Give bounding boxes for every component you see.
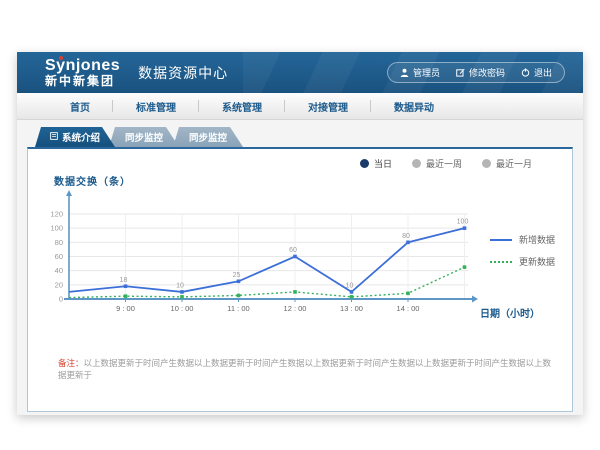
svg-text:10: 10 — [176, 282, 184, 289]
tab-label: 同步监控 — [189, 130, 227, 144]
radio-last-week[interactable]: 最近一周 — [412, 157, 462, 170]
logo-accent-dot — [59, 56, 63, 60]
radio-today[interactable]: 当日 — [360, 157, 392, 170]
dotted-line-swatch — [490, 261, 512, 263]
svg-text:0: 0 — [59, 295, 63, 304]
page-title: 数据资源中心 — [138, 63, 228, 83]
document-icon — [50, 132, 58, 143]
solid-line-swatch — [490, 239, 512, 241]
edit-icon — [456, 68, 465, 77]
legend-label: 更新数据 — [519, 255, 555, 268]
logout-label: 退出 — [534, 66, 552, 79]
footnote-text: 以上数据更新于时间产生数据以上数据更新于时间产生数据以上数据更新于时间产生数据以… — [58, 358, 551, 380]
change-password-button[interactable]: 修改密码 — [456, 66, 505, 79]
x-axis-title: 日期（小时） — [480, 305, 540, 320]
admin-user-label: 管理员 — [413, 66, 440, 79]
chart-legend: 新增数据 更新数据 — [490, 233, 555, 268]
footnote-label: 备注： — [58, 358, 84, 368]
nav-item-data-change[interactable]: 数据异动 — [371, 93, 457, 119]
app-window: Synjones 新中新集团 数据资源中心 管理员 修改密码 — [17, 52, 583, 415]
tab-system-intro[interactable]: 系统介绍 — [35, 127, 115, 147]
svg-text:20: 20 — [55, 280, 63, 289]
svg-text:9 : 00: 9 : 00 — [116, 304, 135, 313]
svg-text:13 : 00: 13 : 00 — [340, 304, 363, 313]
legend-label: 新增数据 — [519, 233, 555, 246]
content-area: 系统介绍 同步监控 同步监控 当日 最近一周 — [17, 120, 583, 415]
radio-dot — [412, 159, 421, 168]
nav-item-interface-mgmt[interactable]: 对接管理 — [285, 93, 371, 119]
svg-text:100: 100 — [457, 219, 469, 226]
radio-last-month[interactable]: 最近一月 — [482, 157, 532, 170]
radio-dot — [360, 159, 369, 168]
svg-text:40: 40 — [55, 266, 63, 275]
radio-label: 当日 — [374, 157, 392, 170]
tab-bar: 系统介绍 同步监控 同步监控 — [35, 127, 243, 147]
radio-dot — [482, 159, 491, 168]
tab-label: 系统介绍 — [62, 130, 100, 144]
svg-text:12 : 00: 12 : 00 — [284, 304, 307, 313]
svg-text:10 : 00: 10 : 00 — [171, 304, 194, 313]
nav-item-home[interactable]: 首页 — [47, 93, 113, 119]
radio-label: 最近一月 — [496, 157, 532, 170]
admin-user-button[interactable]: 管理员 — [400, 66, 440, 79]
footnote: 备注：以上数据更新于时间产生数据以上数据更新于时间产生数据以上数据更新于时间产生… — [58, 357, 558, 381]
radio-label: 最近一周 — [426, 157, 462, 170]
app-header: Synjones 新中新集团 数据资源中心 管理员 修改密码 — [17, 52, 583, 93]
tab-label: 同步监控 — [125, 130, 163, 144]
svg-text:80: 80 — [55, 238, 63, 247]
y-axis-title: 数据交换（条） — [54, 173, 131, 188]
change-password-label: 修改密码 — [469, 66, 505, 79]
tab-sync-monitor-1[interactable]: 同步监控 — [109, 127, 179, 147]
svg-text:25: 25 — [233, 272, 241, 279]
company-logo: Synjones 新中新集团 — [45, 58, 120, 87]
main-nav: 首页 标准管理 系统管理 对接管理 数据异动 — [17, 93, 583, 120]
svg-text:10: 10 — [346, 282, 354, 289]
logo-text-en: Synjones — [45, 58, 120, 75]
svg-text:11 : 00: 11 : 00 — [227, 304, 249, 313]
time-range-filter: 当日 最近一周 最近一月 — [360, 157, 532, 170]
svg-text:60: 60 — [55, 252, 63, 261]
nav-item-standard-mgmt[interactable]: 标准管理 — [113, 93, 199, 119]
user-icon — [400, 68, 409, 77]
svg-text:100: 100 — [50, 224, 63, 233]
legend-item-updated-data: 更新数据 — [490, 255, 555, 268]
svg-text:18: 18 — [120, 277, 128, 284]
svg-text:120: 120 — [50, 210, 63, 219]
tab-sync-monitor-2[interactable]: 同步监控 — [173, 127, 243, 147]
nav-item-system-mgmt[interactable]: 系统管理 — [199, 93, 285, 119]
svg-text:14 : 00: 14 : 00 — [397, 304, 420, 313]
svg-text:60: 60 — [289, 247, 297, 254]
legend-item-new-data: 新增数据 — [490, 233, 555, 246]
logout-button[interactable]: 退出 — [521, 66, 552, 79]
chart-panel: 当日 最近一周 最近一月 数据交换（条） 0 20 40 60 80 100 120 9 : … — [27, 147, 573, 412]
logo-text-cn: 新中新集团 — [45, 75, 120, 88]
power-icon — [521, 68, 530, 77]
user-toolbar: 管理员 修改密码 退出 — [387, 62, 565, 83]
svg-text:80: 80 — [402, 233, 410, 240]
